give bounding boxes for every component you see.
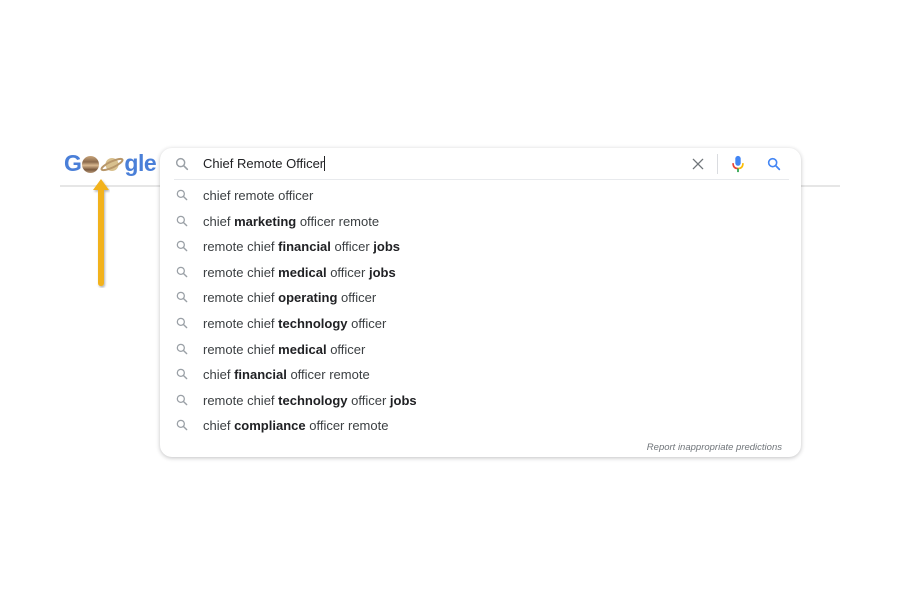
suggestion-text: remote chief medical officer jobs xyxy=(203,265,396,280)
search-submit-icon[interactable] xyxy=(766,156,782,172)
suggestion-text-part: remote chief xyxy=(203,264,279,280)
annotation-arrow-up-icon xyxy=(93,179,109,286)
search-icon xyxy=(175,157,189,171)
suggestion-text: remote chief operating officer xyxy=(203,290,376,305)
suggestion-text-bold: medical xyxy=(278,264,327,280)
google-doodle-logo[interactable]: G gle xyxy=(64,148,157,178)
suggestion-text-bold: marketing xyxy=(234,213,297,229)
suggestion-text-bold: jobs xyxy=(368,264,396,280)
logo-letter-g: G xyxy=(64,149,82,176)
suggestion-text-bold: compliance xyxy=(234,418,306,434)
suggestion-text-part: officer remote xyxy=(296,213,380,229)
suggestion-text-bold: technology xyxy=(278,315,348,331)
search-icon xyxy=(175,316,189,335)
search-icon xyxy=(175,239,189,258)
suggestion-text-bold: technology xyxy=(278,392,348,408)
suggestion-text: remote chief technology officer xyxy=(203,316,386,331)
text-caret xyxy=(324,156,326,171)
suggestion-item[interactable]: remote chief medical officer jobs xyxy=(160,260,801,286)
suggestion-text-part: officer xyxy=(330,239,374,255)
suggestion-text-part: remote chief xyxy=(203,392,279,408)
suggestion-item[interactable]: remote chief medical officer xyxy=(160,337,801,363)
vertical-separator xyxy=(717,154,718,174)
search-input[interactable]: Chief Remote Officer xyxy=(203,156,326,171)
suggestions-list: chief remote officer chief marketing offi… xyxy=(160,183,801,439)
suggestion-text-bold: jobs xyxy=(373,239,401,255)
suggestion-text-part: officer xyxy=(326,264,369,280)
suggestion-item[interactable]: remote chief financial officer jobs xyxy=(160,234,801,260)
suggestion-text-part: officer remote xyxy=(305,418,389,434)
suggestion-text-part: officer remote xyxy=(286,367,370,383)
suggestion-text-bold: financial xyxy=(234,367,287,383)
suggestion-text: chief remote officer xyxy=(203,188,313,203)
suggestion-text-part: remote chief xyxy=(203,341,279,357)
suggestion-text-part: chief xyxy=(203,418,235,434)
report-predictions-link[interactable]: Report inappropriate predictions xyxy=(647,442,782,453)
suggestion-text: chief compliance officer remote xyxy=(203,418,388,433)
suggestion-item[interactable]: chief compliance officer remote xyxy=(160,413,801,439)
suggestion-text-part: remote chief xyxy=(203,315,279,331)
suggestion-item[interactable]: chief remote officer xyxy=(160,183,801,209)
suggestion-item[interactable]: chief financial officer remote xyxy=(160,362,801,388)
suggestion-item[interactable]: remote chief technology officer jobs xyxy=(160,388,801,414)
search-icon xyxy=(175,290,189,309)
suggestion-text: chief marketing officer remote xyxy=(203,214,379,229)
suggestion-text-part: chief xyxy=(203,367,235,383)
suggestion-text: remote chief medical officer xyxy=(203,342,365,357)
suggestion-text: remote chief technology officer jobs xyxy=(203,393,417,408)
suggestion-text-part: chief remote officer xyxy=(203,188,314,203)
suggestion-text-part: officer xyxy=(326,341,366,357)
search-icon xyxy=(175,367,189,386)
suggestion-text: chief financial officer remote xyxy=(203,367,370,382)
suggestion-text-part: chief xyxy=(203,213,235,229)
suggestion-text-part: officer xyxy=(347,315,387,331)
search-query-text: Chief Remote Officer xyxy=(203,156,325,171)
suggestion-text-bold: medical xyxy=(278,341,327,357)
suggestion-text: remote chief financial officer jobs xyxy=(203,239,400,254)
search-icon xyxy=(175,265,189,284)
suggestion-item[interactable]: remote chief operating officer xyxy=(160,285,801,311)
search-autocomplete-panel: Chief Remote Officer chief remote office… xyxy=(160,148,801,457)
microphone-icon[interactable] xyxy=(730,155,746,173)
search-icon xyxy=(175,418,189,437)
search-icon xyxy=(175,393,189,412)
input-suggestions-divider xyxy=(174,179,789,180)
suggestion-item[interactable]: chief marketing officer remote xyxy=(160,209,801,235)
search-icon xyxy=(175,214,189,233)
suggestion-text-part: officer xyxy=(347,392,390,408)
search-icon xyxy=(175,342,189,361)
suggestion-item[interactable]: remote chief technology officer xyxy=(160,311,801,337)
search-icon xyxy=(175,188,189,207)
close-icon[interactable] xyxy=(690,156,706,172)
suggestion-text-part: remote chief xyxy=(203,239,279,255)
search-input-row[interactable]: Chief Remote Officer xyxy=(160,148,801,180)
suggestion-text-bold: financial xyxy=(278,239,331,255)
suggestion-text-part: remote chief xyxy=(203,290,279,306)
suggestion-text-part: officer xyxy=(337,290,377,306)
planet-jupiter-icon xyxy=(82,155,100,173)
suggestion-text-bold: operating xyxy=(278,290,338,306)
planet-saturn-icon xyxy=(100,157,124,171)
suggestion-text-bold: jobs xyxy=(389,392,417,408)
logo-letters-gle: gle xyxy=(124,149,157,176)
